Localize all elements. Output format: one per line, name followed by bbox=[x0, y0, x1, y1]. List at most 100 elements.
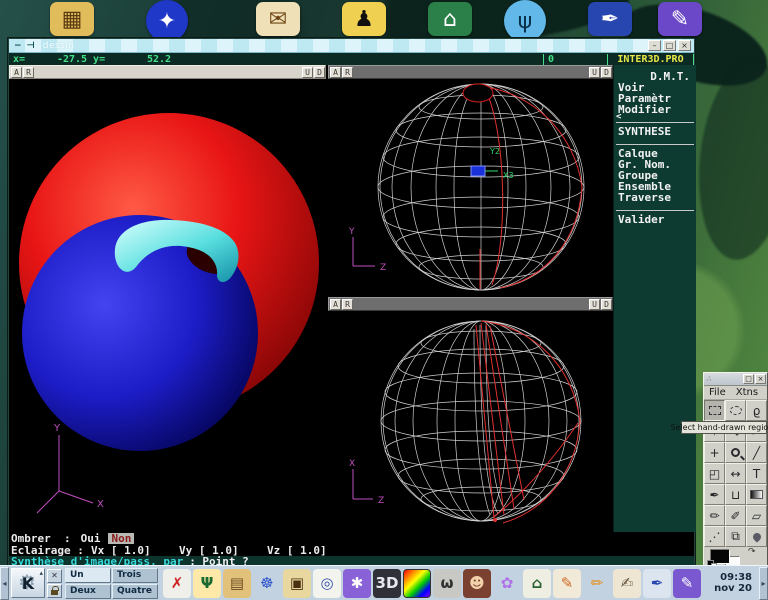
magnify-tool[interactable] bbox=[725, 442, 746, 463]
doc-magnifier-icon[interactable]: ◎ bbox=[313, 569, 341, 598]
vertex-handle[interactable] bbox=[471, 166, 485, 176]
writing-pad-icon[interactable]: ✍ bbox=[613, 569, 641, 598]
purple-notepad-icon[interactable]: ✎ bbox=[658, 2, 702, 36]
iconify-icon[interactable]: − bbox=[14, 41, 22, 51]
vp-a-button[interactable]: A bbox=[330, 67, 341, 78]
panel-hide-right[interactable]: ▸ bbox=[759, 567, 768, 600]
package-cap-icon[interactable]: ▣ bbox=[283, 569, 311, 598]
front-canvas[interactable]: Y2 X3 Y Z bbox=[328, 79, 613, 297]
window-menu-icon[interactable]: ∴ bbox=[707, 375, 712, 383]
desktop-button-deux[interactable]: Deux bbox=[65, 584, 111, 599]
clone-tool[interactable]: ⧉ bbox=[725, 526, 746, 547]
crop-tool[interactable]: ╱ bbox=[746, 442, 767, 463]
menu-item-modifier[interactable]: Modifier bbox=[616, 104, 694, 115]
orange-pencil-icon[interactable]: ✏ bbox=[583, 569, 611, 598]
package-box-icon[interactable]: ▦ bbox=[50, 2, 94, 36]
purple-pad-icon[interactable]: ✎ bbox=[673, 569, 701, 598]
eraser-tool[interactable]: ▱ bbox=[746, 505, 767, 526]
flip-tool[interactable]: ↔ bbox=[725, 463, 746, 484]
rocket-pen-icon[interactable]: ✒ bbox=[588, 2, 632, 36]
viewport-front[interactable]: A R U D bbox=[328, 65, 613, 297]
vp-d-button[interactable]: D bbox=[601, 299, 612, 310]
viewport-top[interactable]: A R U D bbox=[328, 297, 613, 532]
logout-book-icon[interactable]: ✗ bbox=[163, 569, 191, 598]
panel-hide-left[interactable]: ◂ bbox=[0, 567, 9, 600]
three-d-icon[interactable]: 3D bbox=[373, 569, 401, 598]
top-canvas[interactable]: X Z bbox=[328, 311, 613, 532]
text-tool[interactable]: T bbox=[746, 463, 767, 484]
pencil-tool[interactable]: ✏ bbox=[704, 505, 725, 526]
rect-select-tool[interactable] bbox=[704, 400, 725, 421]
maximize-button[interactable]: □ bbox=[743, 374, 754, 384]
desktop-button-quatre[interactable]: Quatre bbox=[112, 584, 158, 599]
app-titlebar[interactable]: − ⊣ dessin – □ × bbox=[9, 39, 694, 53]
ship-wheel-icon[interactable]: ☸ bbox=[253, 569, 281, 598]
move-tool[interactable]: + bbox=[704, 442, 725, 463]
window-list-button[interactable]: ✕ bbox=[47, 569, 62, 583]
paint-flowers-icon[interactable]: ✿ bbox=[493, 569, 521, 598]
ski-logo-icon[interactable]: ✦ bbox=[146, 0, 188, 42]
vp-u-button[interactable]: U bbox=[589, 67, 600, 78]
vp-r-button[interactable]: R bbox=[342, 67, 353, 78]
pushpin-icon[interactable]: ⊣ bbox=[27, 41, 35, 51]
axis-label-x: X bbox=[349, 459, 355, 469]
file-cabinet-icon[interactable]: ▤ bbox=[223, 569, 251, 598]
blend-tool[interactable] bbox=[746, 484, 767, 505]
home-builder-icon[interactable]: ⌂ bbox=[428, 2, 472, 36]
portrait-photo-icon[interactable]: ☻ bbox=[463, 569, 491, 598]
menu-item-synthese[interactable]: SYNTHESE bbox=[616, 126, 694, 137]
vp-a-button[interactable]: A bbox=[11, 67, 22, 78]
vp-a-button[interactable]: A bbox=[330, 299, 341, 310]
vp-d-button[interactable]: D bbox=[314, 67, 325, 78]
convolve-tool[interactable] bbox=[746, 526, 767, 547]
paintbrush-tool[interactable]: ✐ bbox=[725, 505, 746, 526]
desktop-palm-icon[interactable]: Ψ bbox=[193, 569, 221, 598]
desktop-button-un[interactable]: Un bbox=[65, 568, 111, 583]
lock-screen-button[interactable] bbox=[47, 584, 62, 598]
vp-r-button[interactable]: R bbox=[23, 67, 34, 78]
file-menu[interactable]: File bbox=[709, 387, 726, 398]
penguin-files-icon[interactable]: ♟ bbox=[342, 2, 386, 36]
vz-value[interactable]: Vz [ 1.0] bbox=[267, 544, 355, 557]
ellipse-select-tool[interactable] bbox=[725, 400, 746, 421]
draw-ruler-icon[interactable]: ✎ bbox=[553, 569, 581, 598]
workarea: A R U D bbox=[9, 65, 696, 532]
menu-item-valider[interactable]: Valider bbox=[616, 214, 694, 225]
rocket-globe-icon[interactable]: ✒ bbox=[643, 569, 671, 598]
xtns-menu[interactable]: Xtns bbox=[736, 387, 758, 398]
bucket-fill-tool[interactable]: ⊔ bbox=[725, 484, 746, 505]
menu-item-traverse[interactable]: Traverse bbox=[616, 192, 694, 203]
vp-u-button[interactable]: U bbox=[302, 67, 313, 78]
free-select-tool[interactable]: ϱ bbox=[746, 400, 767, 421]
vp-d-button[interactable]: D bbox=[601, 67, 612, 78]
k-menu-button[interactable]: ⚙ K ▴ bbox=[11, 568, 45, 598]
vp-r-button[interactable]: R bbox=[342, 299, 353, 310]
perspective-canvas[interactable]: Y X bbox=[9, 79, 326, 532]
home-globe-icon[interactable]: ⌂ bbox=[523, 569, 551, 598]
taskbar-icons: ✗Ψ▤☸▣◎✱3Dω☻✿⌂✎✏✍✒✎ bbox=[163, 569, 701, 598]
vp-u-button[interactable]: U bbox=[589, 299, 600, 310]
shaded-spheres: Y X bbox=[9, 79, 326, 532]
molecule-icon[interactable]: ✱ bbox=[343, 569, 371, 598]
mail-stamps-icon[interactable]: ✉ bbox=[256, 2, 300, 36]
blue-ant-icon[interactable]: ψ bbox=[504, 0, 546, 42]
toolbox-titlebar[interactable]: ∴ □ × bbox=[704, 373, 767, 386]
color-box-icon[interactable] bbox=[403, 569, 431, 598]
gimp-wilber-icon[interactable]: ω bbox=[433, 569, 461, 598]
swap-colors-icon[interactable]: ↷ bbox=[748, 547, 756, 557]
minimize-button[interactable]: – bbox=[648, 40, 661, 51]
k-logo: K bbox=[22, 574, 34, 593]
close-button[interactable]: × bbox=[755, 374, 766, 384]
clock[interactable]: 09:38 nov 20 bbox=[714, 572, 752, 594]
window-title: dessin bbox=[43, 41, 75, 51]
convolve-icon bbox=[751, 531, 762, 542]
viewport-perspective[interactable]: A R U D bbox=[9, 65, 326, 532]
clock-time: 09:38 bbox=[714, 572, 752, 583]
airbrush-tool[interactable]: ⋰ bbox=[704, 526, 725, 547]
close-button[interactable]: × bbox=[678, 40, 691, 51]
color-picker-tool[interactable]: ✒ bbox=[704, 484, 725, 505]
desktop-button-trois[interactable]: Trois bbox=[112, 568, 158, 583]
ombrer-off-toggle[interactable]: Non bbox=[108, 533, 134, 544]
transform-tool[interactable]: ◰ bbox=[704, 463, 725, 484]
maximize-button[interactable]: □ bbox=[663, 40, 676, 51]
